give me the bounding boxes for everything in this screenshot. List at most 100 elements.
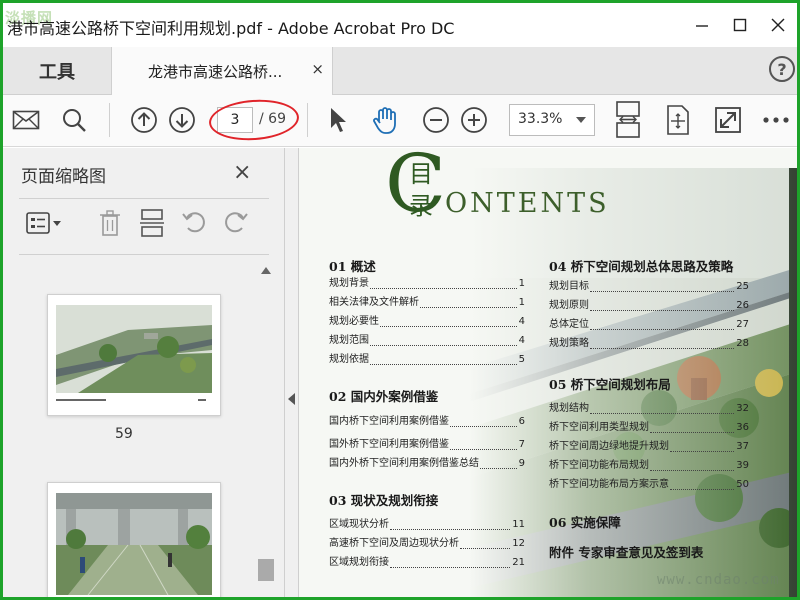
scroll-up-icon[interactable]: [261, 267, 271, 274]
toc-entry[interactable]: 国内桥下空间利用案例借鉴 6: [329, 414, 525, 430]
toc-page-number: 7: [518, 439, 525, 450]
close-icon[interactable]: [763, 13, 793, 37]
toc-entry-label: 高速桥下空间及周边现状分析: [329, 538, 459, 549]
thumbnail-page-60[interactable]: [47, 482, 221, 597]
toc-page-number: 37: [736, 441, 749, 452]
toc-leader-dots: [390, 529, 511, 530]
zoom-in-icon[interactable]: [459, 105, 489, 135]
fit-width-icon[interactable]: [613, 101, 643, 139]
toc-entry[interactable]: 规划结构 32: [549, 401, 749, 417]
toc-leader-dots: [650, 470, 735, 471]
fullscreen-icon[interactable]: [713, 105, 743, 135]
toc-entry[interactable]: 桥下空间利用类型规划 36: [549, 420, 749, 436]
toc-entry[interactable]: 区域现状分析 11: [329, 517, 525, 533]
heading-cn-mu: 目: [409, 160, 433, 188]
toc-leader-dots: [670, 451, 735, 452]
scrollbar-thumb[interactable]: [258, 559, 274, 581]
toc-entry[interactable]: 规划依据 5: [329, 352, 525, 368]
minimize-icon[interactable]: [687, 13, 717, 37]
page-down-icon[interactable]: [167, 105, 197, 135]
red-highlight-ellipse: [207, 96, 301, 144]
collapse-panel-icon[interactable]: [288, 393, 295, 405]
toc-leader-dots: [590, 291, 735, 292]
redo-icon[interactable]: [221, 208, 251, 238]
hand-tool-icon[interactable]: [371, 105, 401, 135]
toc-entry[interactable]: 国内外桥下空间利用案例借鉴总结 9: [329, 456, 525, 472]
toc-leader-dots: [590, 310, 735, 311]
select-arrow-icon[interactable]: [323, 105, 353, 135]
toc-page-number: 39: [736, 460, 749, 471]
fit-page-icon[interactable]: [663, 105, 693, 135]
toc-leader-dots: [460, 548, 511, 549]
tab-tools[interactable]: 工具: [3, 47, 111, 94]
toc-page-number: 28: [736, 338, 749, 349]
help-icon[interactable]: ?: [769, 56, 795, 82]
toc-section-title: 06 实施保障: [549, 515, 621, 530]
thumbnail-page-59[interactable]: [47, 294, 221, 416]
toc-entry-label: 桥下空间周边绿地提升规划: [549, 441, 669, 452]
tab-close-icon[interactable]: ×: [311, 60, 324, 78]
title-bar: 淡播网 港市高速公路桥下空间利用规划.pdf - Adobe Acrobat P…: [3, 3, 797, 47]
toc-entry[interactable]: 相关法律及文件解析 1: [329, 295, 525, 311]
insert-page-icon[interactable]: [137, 208, 167, 238]
toc-page-number: 21: [512, 557, 525, 568]
zoom-out-icon[interactable]: [421, 105, 451, 135]
toc-entry-label: 总体定位: [549, 319, 589, 330]
toc-entry[interactable]: 规划原则 26: [549, 298, 749, 314]
zoom-value: 33.3%: [518, 111, 563, 127]
toc-entry[interactable]: 区域规划衔接 21: [329, 555, 525, 571]
toc-entry[interactable]: 国外桥下空间利用案例借鉴 7: [329, 437, 525, 453]
toc-entry[interactable]: 规划背景 1: [329, 276, 525, 292]
toc-entry-label: 规划背景: [329, 278, 369, 289]
options-menu-icon[interactable]: [25, 208, 65, 238]
toc-page-number: 50: [736, 479, 749, 490]
toc-leader-dots: [390, 567, 511, 568]
page-up-icon[interactable]: [129, 105, 159, 135]
toc-entry[interactable]: 规划必要性 4: [329, 314, 525, 330]
toc-leader-dots: [590, 348, 735, 349]
toc-entry[interactable]: 高速桥下空间及周边现状分析 12: [329, 536, 525, 552]
toc-entry[interactable]: 桥下空间功能布局规划 39: [549, 458, 749, 474]
toc-entry[interactable]: 桥下空间功能布局方案示意 50: [549, 477, 749, 493]
thumbnails-scrollbar[interactable]: [257, 263, 275, 597]
pdf-page: C 目 录 ONTENTS 01 概述 规划背景 1 相关法律及文件解析 1 规划必要性 4…: [299, 148, 797, 597]
toc-leader-dots: [370, 288, 517, 289]
panel-divider[interactable]: [285, 148, 299, 597]
toc-page-number: 32: [736, 403, 749, 414]
panel-close-icon[interactable]: ×: [233, 160, 251, 185]
maximize-icon[interactable]: [725, 13, 755, 37]
undo-icon[interactable]: [179, 208, 209, 238]
toc-page-number: 1: [518, 297, 525, 308]
toc-page-number: 1: [518, 278, 525, 289]
toc-entry[interactable]: 规划目标 25: [549, 279, 749, 295]
toc-section-title: 04 桥下空间规划总体思路及策略: [549, 259, 734, 274]
toc-entry[interactable]: 规划策略 28: [549, 336, 749, 352]
toc-leader-dots: [480, 468, 517, 469]
tab-document-label: 龙港市高速公路桥...: [148, 63, 283, 81]
document-view[interactable]: C 目 录 ONTENTS 01 概述 规划背景 1 相关法律及文件解析 1 规划必要性 4…: [299, 148, 797, 597]
thumbnail-image: [48, 295, 220, 415]
thumbnails-panel: 页面缩略图 × 59: [3, 148, 285, 597]
toc-page-number: 6: [518, 416, 525, 427]
toc-page-number: 27: [736, 319, 749, 330]
toc-entry-label: 桥下空间功能布局方案示意: [549, 479, 669, 490]
thumbnail-image: [48, 483, 220, 597]
more-icon[interactable]: [761, 105, 791, 135]
toc-leader-dots: [380, 326, 517, 327]
toc-leader-dots: [590, 413, 735, 414]
search-icon[interactable]: [59, 105, 89, 135]
toc-page-number: 36: [736, 422, 749, 433]
trash-icon[interactable]: [95, 208, 125, 238]
toc-entry-label: 相关法律及文件解析: [329, 297, 419, 308]
toc-entry[interactable]: 规划范围 4: [329, 333, 525, 349]
panel-title: 页面缩略图: [21, 167, 106, 187]
toc-leader-dots: [420, 307, 517, 308]
toc-entry-label: 区域现状分析: [329, 519, 389, 530]
toc-entry[interactable]: 总体定位 27: [549, 317, 749, 333]
toc-entry[interactable]: 桥下空间周边绿地提升规划 37: [549, 439, 749, 455]
zoom-select[interactable]: 33.3%: [509, 104, 595, 136]
chevron-down-icon: [576, 117, 586, 123]
mail-icon[interactable]: [11, 105, 41, 135]
tab-document[interactable]: 龙港市高速公路桥... ×: [111, 47, 333, 95]
toc-entry-label: 桥下空间功能布局规划: [549, 460, 649, 471]
